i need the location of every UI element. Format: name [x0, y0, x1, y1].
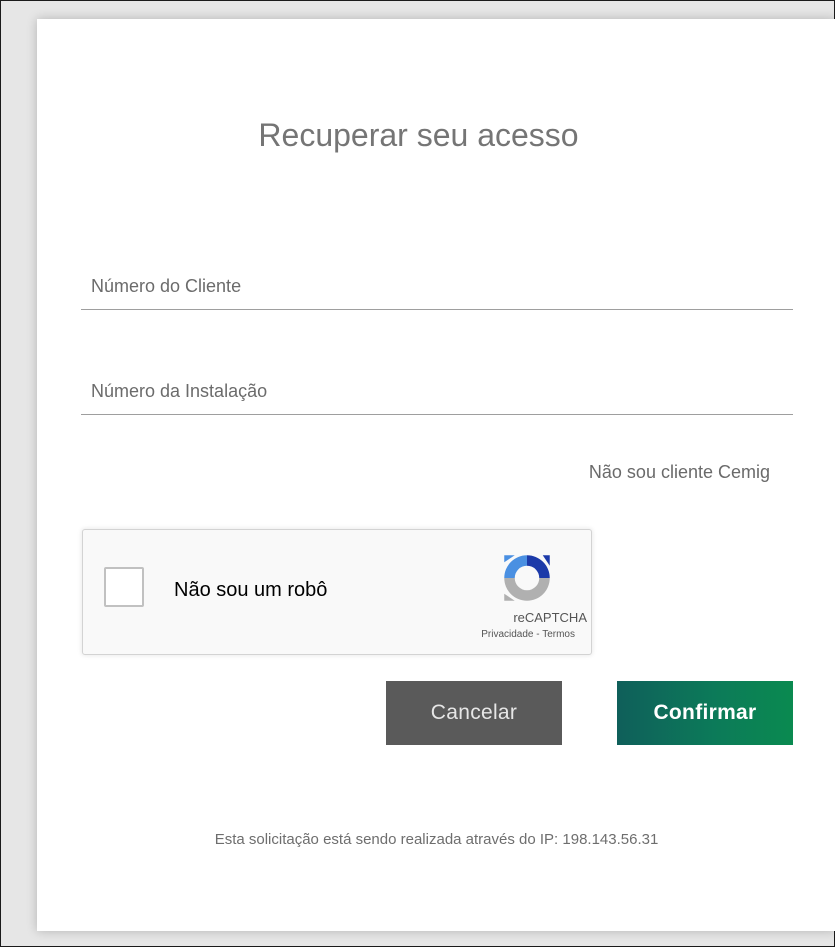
ip-note: Esta solicitação está sendo realizada at…	[214, 831, 659, 848]
not-client-link[interactable]: Não sou cliente Cemig	[589, 462, 770, 483]
recaptcha-terms-link[interactable]: Termos	[542, 629, 575, 640]
installation-number-input[interactable]	[81, 369, 793, 415]
recover-access-card: Recuperar seu acesso Não sou cliente Cem…	[37, 19, 835, 931]
page-frame: Recuperar seu acesso Não sou cliente Cem…	[0, 0, 835, 947]
recaptcha-logo-icon	[504, 555, 550, 601]
recaptcha-label: Não sou um robô	[174, 579, 328, 601]
recaptcha-privacy-link[interactable]: Privacidade	[481, 629, 533, 640]
recaptcha-separator: -	[533, 629, 543, 640]
cancel-button[interactable]: Cancelar	[386, 681, 562, 745]
client-number-input[interactable]	[81, 264, 793, 310]
page-title: Recuperar seu acesso	[258, 117, 579, 153]
recaptcha-checkbox[interactable]	[104, 567, 144, 607]
recaptcha-links: Privacidade - Termos	[403, 629, 575, 640]
confirm-button[interactable]: Confirmar	[617, 681, 793, 745]
recaptcha-widget: Não sou um robô reCAPTCHA Privacidade - …	[82, 529, 592, 655]
recaptcha-brand: reCAPTCHA	[513, 610, 587, 625]
